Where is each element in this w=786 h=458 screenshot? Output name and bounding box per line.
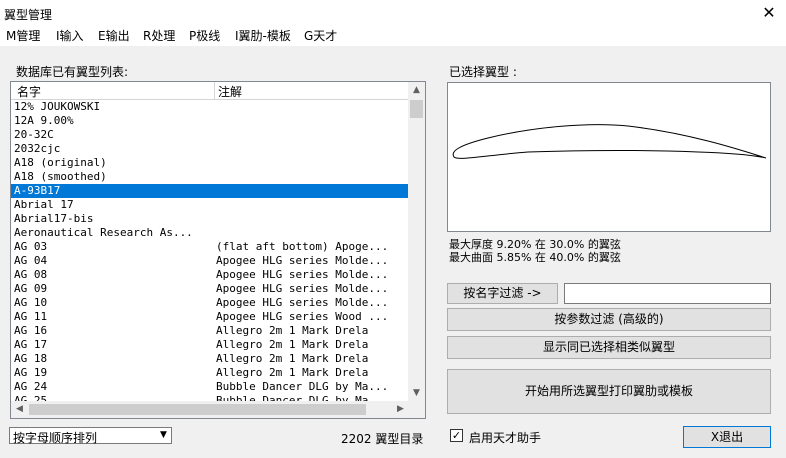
menu-process[interactable]: R处理: [143, 28, 175, 44]
row-name: A-93B17: [14, 184, 61, 197]
row-note: Allegro 2m 1 Mark Drela: [216, 338, 369, 351]
genius-checkbox-label[interactable]: 启用天才助手: [469, 429, 541, 446]
list-rows: 12% JOUKOWSKI 12A 9.00% 20-32C 2032cjc A18 (…: [11, 100, 409, 404]
airfoil-shape: [452, 124, 767, 159]
row-name: AG 03: [14, 240, 48, 253]
list-section-label: 数据库已有翼型列表:: [16, 65, 129, 79]
table-row[interactable]: Abrial 17: [11, 198, 409, 212]
row-note: Apogee HLG series Molde...: [216, 254, 389, 267]
filter-name-input[interactable]: [564, 283, 771, 304]
table-row[interactable]: A18 (original): [11, 156, 409, 170]
table-row[interactable]: AG 04 Apogee HLG series Molde...: [11, 254, 409, 268]
row-name: AG 09: [14, 282, 48, 295]
row-name: AG 19: [14, 366, 48, 379]
sort-order-value: 按字母顺序排列: [13, 431, 98, 445]
table-row[interactable]: AG 18 Allegro 2m 1 Mark Drela: [11, 352, 409, 366]
menu-genius[interactable]: G天才: [304, 28, 337, 44]
table-row[interactable]: A18 (smoothed): [11, 170, 409, 184]
table-row[interactable]: AG 19 Allegro 2m 1 Mark Drela: [11, 366, 409, 380]
row-note: Bubble Dancer DLG by Ma...: [216, 380, 389, 393]
print-ribs-button[interactable]: 开始用所选翼型打印翼肋或模板: [447, 369, 771, 414]
table-row[interactable]: 2032cjc: [11, 142, 409, 156]
table-row[interactable]: Aeronautical Research As...: [11, 226, 409, 240]
row-note: Apogee HLG series Molde...: [216, 296, 389, 309]
scroll-right-icon[interactable]: ▶: [392, 401, 409, 418]
table-row[interactable]: AG 10 Apogee HLG series Molde...: [11, 296, 409, 310]
table-row[interactable]: 12A 9.00%: [11, 114, 409, 128]
table-row[interactable]: AG 17 Allegro 2m 1 Mark Drela: [11, 338, 409, 352]
column-separator[interactable]: [214, 82, 215, 99]
row-name: AG 17: [14, 338, 48, 351]
horizontal-scrollbar[interactable]: ◀ ▶: [11, 401, 409, 418]
row-name: AG 18: [14, 352, 48, 365]
row-name: A18 (smoothed): [14, 170, 107, 183]
table-row[interactable]: AG 16 Allegro 2m 1 Mark Drela: [11, 324, 409, 338]
row-note: Apogee HLG series Molde...: [216, 282, 389, 295]
genius-checkbox[interactable]: ✓: [450, 429, 463, 442]
scroll-left-icon[interactable]: ◀: [11, 401, 28, 418]
row-name: 12% JOUKOWSKI: [14, 100, 101, 113]
table-row[interactable]: 20-32C: [11, 128, 409, 142]
scroll-up-icon[interactable]: ▲: [408, 82, 425, 99]
title-bar: 翼型管理 ✕: [0, 0, 786, 28]
table-row[interactable]: AG 08 Apogee HLG series Molde...: [11, 268, 409, 282]
table-row[interactable]: AG 03 (flat aft bottom) Apoge...: [11, 240, 409, 254]
row-note: (flat aft bottom) Apoge...: [216, 240, 389, 253]
airfoil-list[interactable]: 名字 注解 12% JOUKOWSKI 12A 9.00% 20-32C 2032cj…: [10, 81, 426, 419]
row-name: Abrial 17: [14, 198, 74, 211]
window-title: 翼型管理: [4, 8, 53, 22]
menu-export[interactable]: E输出: [98, 28, 130, 44]
menu-bar: M管理 I输入 E输出 R处理 P极线 I翼肋-模板 G天才: [0, 28, 786, 46]
filter-by-name-button[interactable]: 按名字过滤 ->: [447, 283, 558, 304]
menu-ribs-template[interactable]: I翼肋-模板: [235, 28, 291, 44]
table-row[interactable]: AG 09 Apogee HLG series Molde...: [11, 282, 409, 296]
horizontal-scroll-thumb[interactable]: [29, 404, 366, 415]
preview-label: 已选择翼型 :: [449, 65, 517, 79]
chevron-down-icon[interactable]: ▼: [156, 428, 171, 443]
row-name: Aeronautical Research As...: [14, 226, 193, 239]
vertical-scroll-thumb[interactable]: [410, 100, 423, 118]
filter-by-params-button[interactable]: 按参数过滤 (高级的): [447, 308, 771, 331]
list-header: 名字 注解: [11, 82, 409, 100]
exit-button[interactable]: X退出: [683, 426, 771, 448]
row-name: Abrial17-bis: [14, 212, 94, 225]
menu-input[interactable]: I输入: [56, 28, 84, 44]
row-name: A18 (original): [14, 156, 107, 169]
row-name: AG 16: [14, 324, 48, 337]
row-name: 20-32C: [14, 128, 54, 141]
row-name: AG 08: [14, 268, 48, 281]
close-icon[interactable]: ✕: [758, 2, 780, 24]
row-note: Apogee HLG series Molde...: [216, 268, 389, 281]
column-header-note[interactable]: 注解: [218, 83, 242, 100]
row-name: AG 24: [14, 380, 48, 393]
table-row[interactable]: 12% JOUKOWSKI: [11, 100, 409, 114]
row-note: Allegro 2m 1 Mark Drela: [216, 366, 369, 379]
table-row[interactable]: A-93B17: [11, 184, 409, 198]
vertical-scrollbar[interactable]: ▲ ▼: [408, 82, 425, 402]
max-camber-text: 最大曲面 5.85% 在 40.0% 的翼弦: [449, 251, 621, 264]
row-note: Allegro 2m 1 Mark Drela: [216, 324, 369, 337]
row-name: 2032cjc: [14, 142, 61, 155]
table-row[interactable]: AG 11 Apogee HLG series Wood ...: [11, 310, 409, 324]
scroll-corner: [408, 401, 425, 418]
airfoil-count-label: 2202 翼型目录: [341, 432, 424, 446]
show-similar-button[interactable]: 显示同已选择相类似翼型: [447, 336, 771, 359]
row-name: AG 10: [14, 296, 48, 309]
menu-manage[interactable]: M管理: [6, 28, 40, 44]
scroll-down-icon[interactable]: ▼: [408, 385, 425, 402]
row-name: AG 04: [14, 254, 48, 267]
sort-order-select[interactable]: 按字母顺序排列 ▼: [9, 427, 172, 445]
row-name: 12A 9.00%: [14, 114, 74, 127]
table-row[interactable]: Abrial17-bis: [11, 212, 409, 226]
airfoil-preview: [447, 82, 771, 232]
column-header-name[interactable]: 名字: [17, 83, 41, 100]
menu-polar[interactable]: P极线: [189, 28, 220, 44]
row-note: Apogee HLG series Wood ...: [216, 310, 389, 323]
table-row[interactable]: AG 24 Bubble Dancer DLG by Ma...: [11, 380, 409, 394]
row-name: AG 11: [14, 310, 48, 323]
row-note: Allegro 2m 1 Mark Drela: [216, 352, 369, 365]
